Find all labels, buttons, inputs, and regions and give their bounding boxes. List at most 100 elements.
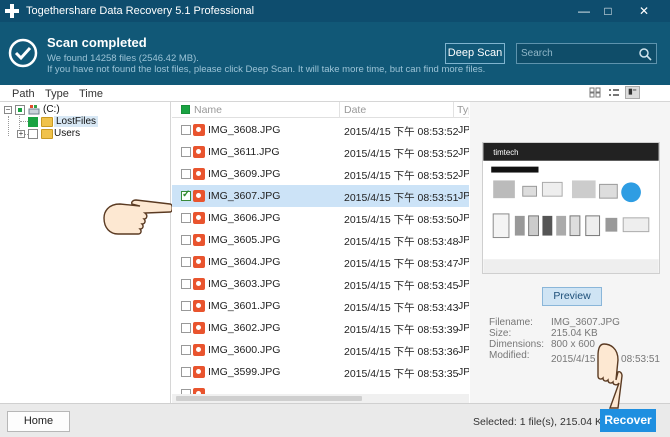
jpg-file-icon — [193, 190, 205, 202]
row-checkbox[interactable] — [181, 213, 191, 223]
file-row[interactable]: IMG_3608.JPG 2015/4/15 下午 08:53:52JPG — [172, 119, 469, 141]
meta-filename-key: Filename: — [489, 317, 533, 328]
row-checkbox[interactable] — [181, 279, 191, 289]
lostfiles-checkbox[interactable] — [28, 117, 38, 127]
file-row[interactable]: IMG_3603.JPG 2015/4/15 下午 08:53:45JPG — [172, 273, 469, 295]
file-date: 2015/4/15 下午 08:53:35 — [344, 368, 459, 380]
file-row[interactable]: IMG_3601.JPG 2015/4/15 下午 08:53:43JPG — [172, 295, 469, 317]
expand-toggle[interactable]: + — [17, 130, 25, 138]
row-checkbox[interactable] — [181, 257, 191, 267]
tab-type[interactable]: Type — [45, 88, 69, 100]
column-divider[interactable] — [339, 102, 340, 118]
preview-button[interactable]: Preview — [542, 287, 602, 306]
search-icon[interactable] — [638, 47, 652, 61]
file-row[interactable]: IMG_3611.JPG 2015/4/15 下午 08:53:52JPG — [172, 141, 469, 163]
file-row[interactable]: IMG_3605.JPG 2015/4/15 下午 08:53:48JPG — [172, 229, 469, 251]
tree-label-drive: (C:) — [43, 104, 60, 115]
folder-icon — [41, 117, 53, 127]
file-type: JPG — [458, 146, 469, 158]
file-type: JPG — [458, 190, 469, 202]
maximize-button[interactable]: □ — [596, 2, 620, 20]
users-checkbox[interactable] — [28, 129, 38, 139]
file-list: Name Date Typ IMG_3608.JPG 2015/4/15 下午 0… — [172, 102, 469, 403]
check-circle-icon — [8, 38, 38, 68]
collapse-toggle[interactable]: − — [4, 106, 12, 114]
tab-time[interactable]: Time — [79, 88, 103, 100]
file-name: IMG_3602.JPG — [208, 322, 281, 334]
file-type: JPG — [458, 234, 469, 246]
file-row[interactable]: IMG_3599.JPG 2015/4/15 下午 08:53:35JPG — [172, 361, 469, 383]
list-view-icon[interactable] — [606, 86, 621, 99]
row-checkbox[interactable] — [181, 147, 191, 157]
deep-scan-button[interactable]: Deep Scan — [445, 43, 505, 64]
file-name: IMG_3605.JPG — [208, 234, 281, 246]
file-name: IMG_3601.JPG — [208, 300, 281, 312]
file-date: 2015/4/15 下午 08:53:52 — [344, 170, 459, 182]
jpg-file-icon — [193, 212, 205, 224]
home-button[interactable]: Home — [7, 411, 70, 432]
meta-size-key: Size: — [489, 328, 512, 339]
detail-view-icon[interactable] — [625, 86, 640, 99]
tree-label-users: Users — [54, 128, 81, 139]
file-row[interactable]: IMG_3604.JPG 2015/4/15 下午 08:53:47JPG — [172, 251, 469, 273]
jpg-file-icon — [193, 234, 205, 246]
row-checkbox[interactable] — [181, 189, 191, 201]
column-header-name[interactable]: Name — [194, 104, 222, 116]
file-row[interactable]: IMG_3600.JPG 2015/4/15 下午 08:53:36JPG — [172, 339, 469, 361]
file-name: IMG_3603.JPG — [208, 278, 281, 290]
row-checkbox[interactable] — [181, 169, 191, 179]
row-checkbox[interactable] — [181, 367, 191, 377]
minimize-button[interactable]: — — [572, 2, 596, 20]
row-checkbox[interactable] — [181, 323, 191, 333]
preview-image: timtech — [482, 142, 660, 274]
meta-size-value: 215.04 KB — [551, 328, 598, 339]
row-checkbox[interactable] — [181, 235, 191, 245]
row-checkbox[interactable] — [181, 345, 191, 355]
file-date: 2015/4/15 下午 08:53:47 — [344, 258, 459, 270]
pointing-hand-icon — [103, 199, 172, 235]
tree-label-lostfiles: LostFiles — [54, 116, 99, 127]
file-type: JPG — [458, 366, 469, 378]
jpg-file-icon — [193, 344, 205, 356]
tree-item-users[interactable]: + Users — [0, 128, 170, 141]
column-divider[interactable] — [453, 102, 454, 118]
tab-path[interactable]: Path — [12, 88, 35, 100]
file-row[interactable]: IMG_3606.JPG 2015/4/15 下午 08:53:50JPG — [172, 207, 469, 229]
close-button[interactable]: ✕ — [620, 2, 668, 20]
filter-tabs: Path Type Time — [0, 85, 670, 102]
row-checkbox[interactable] — [181, 301, 191, 311]
file-name: IMG_3599.JPG — [208, 366, 281, 378]
grid-view-icon[interactable] — [587, 86, 602, 99]
search-box[interactable] — [516, 43, 657, 64]
file-date: 2015/4/15 下午 08:53:45 — [344, 280, 459, 292]
scrollbar-thumb[interactable] — [176, 396, 362, 401]
jpg-file-icon — [193, 300, 205, 312]
file-type: JPG — [458, 322, 469, 334]
file-name: IMG_3608.JPG — [208, 124, 281, 136]
recover-button[interactable]: Recover — [600, 409, 656, 432]
scan-header: Scan completed We found 14258 files (254… — [0, 22, 670, 85]
column-header-date[interactable]: Date — [344, 104, 366, 116]
column-header-type[interactable]: Typ — [457, 104, 469, 116]
horizontal-scrollbar[interactable] — [172, 394, 469, 403]
preview-image-brand: timtech — [493, 148, 518, 157]
file-date: 2015/4/15 下午 08:53:39 — [344, 324, 459, 336]
file-name: IMG_3600.JPG — [208, 344, 281, 356]
scan-summary: We found 14258 files (2546.42 MB). — [47, 53, 199, 64]
file-row[interactable]: IMG_3609.JPG 2015/4/15 下午 08:53:52JPG — [172, 163, 469, 185]
jpg-file-icon — [193, 366, 205, 378]
file-type: JPG — [458, 300, 469, 312]
drive-checkbox[interactable] — [15, 105, 25, 115]
file-name: IMG_3609.JPG — [208, 168, 281, 180]
meta-dimensions-value: 800 x 600 — [551, 339, 595, 350]
file-row[interactable]: IMG_3607.JPG 2015/4/15 下午 08:53:51JPG — [172, 185, 469, 207]
jpg-file-icon — [193, 168, 205, 180]
jpg-file-icon — [193, 146, 205, 158]
select-all-checkbox[interactable] — [181, 105, 190, 114]
file-date: 2015/4/15 下午 08:53:48 — [344, 236, 459, 248]
search-input[interactable] — [521, 45, 631, 62]
row-checkbox[interactable] — [181, 125, 191, 135]
file-row[interactable]: IMG_3602.JPG 2015/4/15 下午 08:53:39JPG — [172, 317, 469, 339]
file-type: JPG — [458, 124, 469, 136]
file-name: IMG_3606.JPG — [208, 212, 281, 224]
